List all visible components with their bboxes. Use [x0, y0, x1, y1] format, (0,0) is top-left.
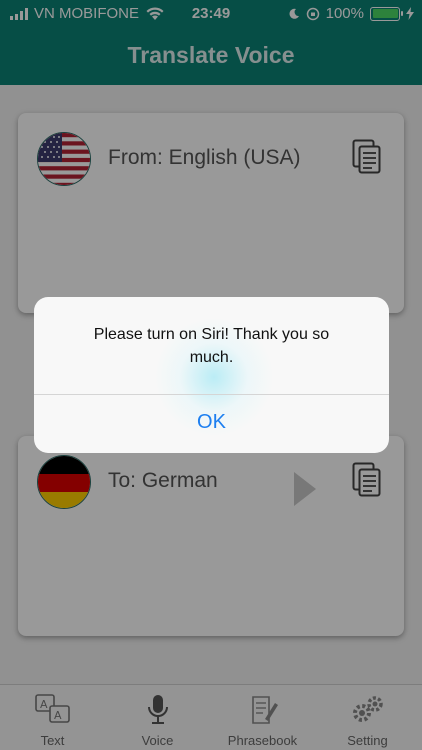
- alert-ok-button[interactable]: OK: [34, 395, 389, 453]
- siri-alert-dialog: Please turn on Siri! Thank you so much. …: [34, 297, 389, 453]
- alert-message: Please turn on Siri! Thank you so much.: [93, 326, 330, 366]
